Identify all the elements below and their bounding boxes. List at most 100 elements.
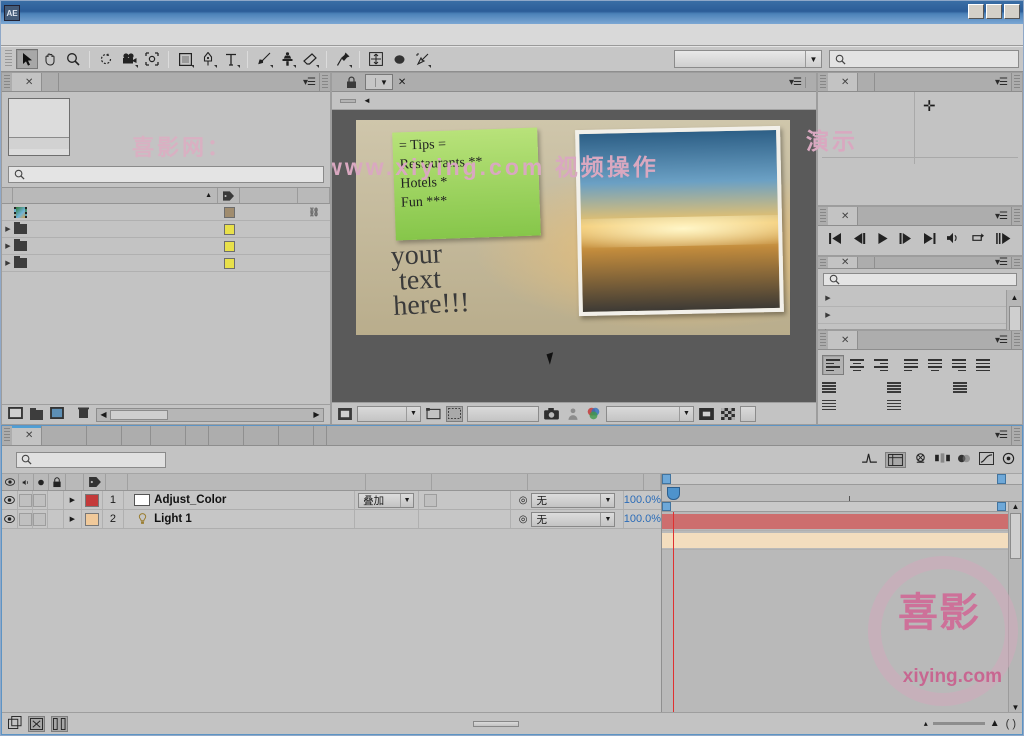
indent-right-field[interactable]	[887, 382, 952, 393]
play-icon[interactable]	[877, 232, 889, 247]
viewer-timecode[interactable]	[467, 405, 539, 422]
transparency-grid-icon[interactable]	[446, 405, 463, 422]
workarea-end-handle[interactable]	[997, 502, 1006, 511]
tab-character[interactable]	[858, 257, 876, 268]
layer-stretch[interactable]: 100.0%	[624, 510, 661, 528]
scroll-thumb[interactable]	[1010, 513, 1021, 559]
layer-row[interactable]: ▶ 2 Light 1 ◎ 无 ▼ 100.0%	[2, 510, 661, 529]
justify-last-right-icon[interactable]	[948, 355, 970, 375]
close-icon[interactable]: ✕	[841, 257, 849, 268]
indent-first-line-field[interactable]	[952, 382, 1018, 393]
active-camera-select[interactable]	[740, 405, 756, 422]
current-time-indicator-head[interactable]	[667, 487, 680, 500]
camera-tool[interactable]	[118, 49, 140, 69]
expand-arrow-icon[interactable]: ▶	[64, 491, 82, 509]
motion-blur-icon[interactable]	[957, 452, 972, 468]
layer-name[interactable]: Adjust_Color	[154, 494, 354, 506]
loop-icon[interactable]	[971, 232, 985, 247]
brainstorm-icon[interactable]	[1001, 452, 1016, 468]
label-swatch[interactable]	[223, 223, 235, 235]
work-area-bar[interactable]	[662, 502, 1022, 512]
always-preview-icon[interactable]	[336, 406, 353, 422]
hand-tool[interactable]	[39, 49, 61, 69]
menu-window[interactable]	[119, 33, 135, 37]
scroll-thumb[interactable]	[110, 409, 168, 420]
header-stretch[interactable]	[644, 474, 661, 490]
justify-last-left-icon[interactable]	[900, 355, 922, 375]
tab-timeline-paperclean[interactable]	[122, 426, 152, 445]
menu-composition[interactable]	[39, 33, 55, 37]
preserve-transparency-toggle[interactable]	[419, 510, 442, 528]
panel-grip[interactable]	[4, 75, 10, 89]
header-parent[interactable]	[528, 474, 644, 490]
sort-asc-icon[interactable]: ▲	[205, 192, 212, 199]
label-swatch[interactable]	[223, 257, 235, 269]
panel-menu-icon[interactable]: ▾☰	[995, 77, 1008, 88]
layer-mode-select[interactable]: 叠加 ▼	[358, 492, 415, 508]
solo-toggle[interactable]	[33, 491, 48, 509]
space-after-field[interactable]	[887, 399, 952, 410]
brush-tool[interactable]	[253, 49, 275, 69]
space-before-field[interactable]	[822, 399, 887, 410]
scroll-right-icon[interactable]: ▶	[310, 410, 323, 419]
live-update-icon[interactable]	[861, 452, 878, 467]
header-number[interactable]	[106, 474, 128, 490]
indent-left-field[interactable]	[822, 382, 887, 393]
close-icon[interactable]: ✕	[841, 211, 849, 222]
parent-pickwhip-icon[interactable]: ◎	[519, 514, 528, 525]
video-toggle-icon[interactable]	[2, 491, 19, 509]
menu-view[interactable]	[103, 33, 119, 37]
pan-behind-tool[interactable]	[141, 49, 163, 69]
panel-grip-right[interactable]	[1014, 428, 1020, 443]
comp-render-area[interactable]: = Tips = Restaurants ** Hotels * Fun *** yo…	[356, 120, 790, 335]
panel-grip-right[interactable]	[1014, 259, 1020, 266]
align-left-icon[interactable]	[822, 355, 844, 375]
layer-stretch[interactable]: 100.0%	[624, 491, 661, 509]
zoom-in-icon[interactable]: ▲	[990, 718, 1000, 729]
tab-timeline-paper01[interactable]	[87, 426, 123, 445]
layer-bars[interactable]	[662, 512, 1022, 712]
new-folder-icon[interactable]	[30, 407, 43, 420]
tab-timeline-paper02[interactable]	[151, 426, 187, 445]
align-center-icon[interactable]	[846, 355, 868, 375]
rotation-tool[interactable]	[95, 49, 117, 69]
scroll-up-icon[interactable]: ▲	[1011, 290, 1019, 304]
panel-grip-right[interactable]	[1014, 333, 1020, 347]
align-right-icon[interactable]	[870, 355, 892, 375]
comp-flowchart-icon[interactable]	[8, 715, 22, 732]
tab-project[interactable]: ✕	[12, 73, 43, 91]
panel-grip-right[interactable]	[1014, 75, 1020, 89]
audio-toggle[interactable]	[18, 510, 34, 528]
snapshot-camera-icon[interactable]	[543, 406, 560, 422]
workarea-start-handle[interactable]	[662, 502, 671, 511]
puppet-pin-tool[interactable]	[332, 49, 354, 69]
ram-preview-icon[interactable]	[995, 232, 1011, 247]
close-button[interactable]	[1004, 4, 1020, 19]
timeline-search-input[interactable]	[16, 451, 166, 468]
header-mode[interactable]	[366, 474, 432, 490]
list-item[interactable]: ▶	[2, 255, 330, 272]
solo-toggle[interactable]	[33, 510, 48, 528]
zoom-tool[interactable]	[62, 49, 84, 69]
tab-timeline-paper03video[interactable]	[186, 426, 210, 445]
panel-grip-right[interactable]	[322, 75, 328, 89]
delete-icon[interactable]	[78, 407, 89, 422]
tab-timeline-paper05[interactable]	[244, 426, 280, 445]
show-snapshot-icon[interactable]	[564, 406, 581, 422]
audio-icon[interactable]	[946, 232, 960, 247]
justify-all-icon[interactable]	[972, 355, 994, 375]
nav-end-handle[interactable]	[997, 474, 1006, 484]
time-navigator[interactable]	[662, 474, 1022, 485]
panel-grip[interactable]	[820, 333, 826, 347]
timeline-vscrollbar[interactable]: ▲ ▼	[1008, 502, 1022, 712]
project-search-input[interactable]	[8, 166, 324, 183]
panel-grip[interactable]	[820, 75, 826, 89]
panel-menu-icon[interactable]: ▾☰	[789, 77, 802, 88]
tab-preview[interactable]: ✕	[828, 207, 859, 225]
clone-stamp-tool[interactable]	[276, 49, 298, 69]
current-time-indicator[interactable]	[673, 512, 674, 712]
label-swatch[interactable]	[223, 206, 235, 218]
close-icon[interactable]: ✕	[841, 77, 849, 88]
audio-toggle[interactable]	[18, 491, 34, 509]
parent-select[interactable]: 无 ▼	[531, 492, 616, 508]
